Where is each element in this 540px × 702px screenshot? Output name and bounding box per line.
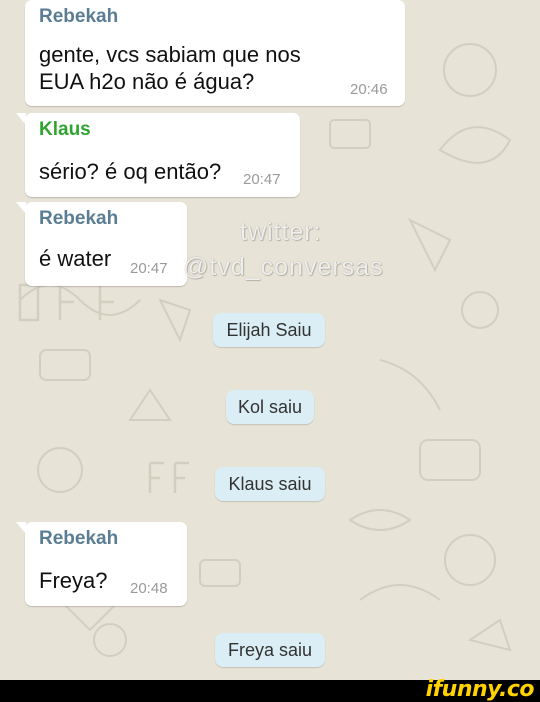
message-bubble-rebekah[interactable]: Rebekah é water 20:47 xyxy=(16,202,187,286)
watermark-line1: twitter: xyxy=(240,218,322,246)
watermark-line2: @tvd_conversas xyxy=(183,253,384,281)
sender-name: Klaus xyxy=(39,119,91,140)
message-timestamp: 20:47 xyxy=(243,171,281,188)
footer-bar: ifunny.co xyxy=(0,677,540,702)
ifunny-logo: ifunny.co xyxy=(425,677,535,702)
message-text: é water xyxy=(39,246,112,271)
bubble-tail xyxy=(16,522,26,534)
message-timestamp: 20:46 xyxy=(350,81,388,98)
bubble-tail xyxy=(16,113,26,125)
message-text: gente, vcs sabiam que nos EUA h2o não é … xyxy=(39,42,301,94)
sender-name: Rebekah xyxy=(39,528,119,549)
system-message: Freya saiu xyxy=(215,633,325,667)
sender-name: Rebekah xyxy=(39,208,119,229)
message-timestamp: 20:47 xyxy=(130,260,168,277)
message-text: sério? é oq então? xyxy=(39,159,222,184)
message-text: Freya? xyxy=(39,568,108,593)
sender-name: Rebekah xyxy=(39,6,119,27)
message-bubble-rebekah[interactable]: Rebekah Freya? 20:48 xyxy=(16,522,187,606)
message-bubble-rebekah[interactable]: Rebekah gente, vcs sabiam que nos EUA h2… xyxy=(25,0,405,106)
system-message: Kol saiu xyxy=(226,390,314,424)
system-message: Elijah Saiu xyxy=(213,313,325,347)
message-timestamp: 20:48 xyxy=(130,580,168,597)
bubble-tail xyxy=(16,202,26,214)
message-bubble-klaus[interactable]: Klaus sério? é oq então? 20:47 xyxy=(16,113,300,197)
system-message: Klaus saiu xyxy=(215,467,325,501)
